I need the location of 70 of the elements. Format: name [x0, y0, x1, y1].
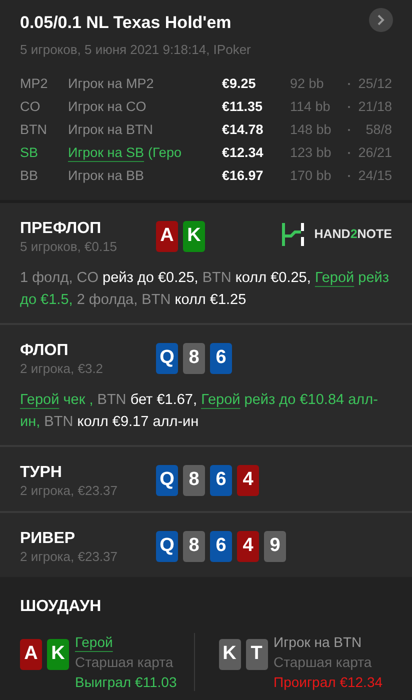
player-bb: 114 bb: [290, 98, 332, 116]
playing-card: 6: [210, 531, 232, 562]
player-name: Игрок на BTN: [68, 122, 154, 137]
playing-card: K: [218, 639, 240, 670]
player-name: Игрок на CO: [68, 99, 146, 114]
playing-card: 4: [237, 465, 259, 496]
player-bb: 92 bb: [290, 75, 325, 93]
hand-combo: Старшая карта: [75, 653, 174, 671]
player-stack: €12.34: [222, 144, 264, 162]
playing-card: Q: [156, 531, 178, 562]
player-bb: 123 bb: [290, 144, 332, 162]
hand-subtitle: 5 игроков, 5 июня 2021 9:18:14, IPoker: [20, 40, 251, 59]
chevron-right-icon: [377, 14, 385, 26]
player-stats: 26/21: [357, 144, 392, 162]
player-stats: 24/15: [357, 167, 392, 185]
playing-card: Q: [156, 465, 178, 496]
playing-card: T: [246, 639, 268, 670]
hero-link[interactable]: Герой: [201, 392, 240, 408]
street-title: РИВЕР: [20, 529, 76, 549]
action-line: 1 фолд, CO рейз до €0.25, BTN колл €0.25, Герой рейз до €1.5, 2 фолда, BTN колл €1.25: [19, 269, 390, 310]
hand-title: 0.05/0.1 NL Texas Hold'em: [20, 12, 232, 34]
player-name[interactable]: Игрок на SB: [68, 145, 144, 160]
street-info: 2 игрока, €23.37: [20, 549, 118, 565]
player-note: (Геро: [148, 145, 182, 160]
hand-result: Проиграл €12.34: [274, 673, 383, 691]
playing-card: K: [183, 221, 205, 252]
action-line: Герой чек , BTN бет €1.67, Герой рейз до €10.84 алл-ин, BTN колл €9.17 алл-ин: [19, 391, 379, 432]
player-position: BTN: [20, 121, 48, 139]
hand-combo: Старшая карта: [274, 653, 373, 671]
player-name: Игрок на MP2: [68, 76, 154, 91]
player-stack: €14.78: [222, 121, 264, 139]
playing-card: 6: [210, 343, 232, 374]
player-stack: €9.25: [222, 75, 257, 93]
player-bb: 148 bb: [290, 121, 332, 139]
playing-card: 8: [183, 531, 205, 562]
logo-icon: [282, 223, 304, 246]
player-position: SB: [20, 144, 40, 162]
next-button[interactable]: [369, 8, 393, 32]
street-title: ТУРН: [20, 463, 63, 483]
street-title: ПРЕФЛОП: [20, 219, 102, 239]
logo-text: HAND2NOTE: [314, 226, 392, 244]
player-name[interactable]: Герой: [75, 633, 113, 651]
player-position: CO: [20, 98, 42, 116]
hero-link[interactable]: Герой: [20, 392, 60, 408]
playing-card: K: [47, 639, 69, 670]
playing-card: 4: [237, 531, 259, 562]
playing-card: 9: [264, 531, 286, 562]
player-stats: 25/12: [357, 75, 392, 93]
playing-card: Q: [156, 343, 178, 374]
playing-card: 8: [183, 465, 205, 496]
street-info: 2 игрока, €23.37: [20, 483, 118, 499]
player-stats: 21/18: [357, 98, 392, 116]
street-info: 2 игрока, €3.2: [20, 361, 104, 377]
player-name: Игрок на BB: [68, 168, 144, 183]
player-position: BB: [20, 167, 40, 185]
playing-card: A: [156, 221, 178, 252]
street-title: ФЛОП: [20, 341, 70, 361]
showdown-title: ШОУДАУН: [20, 597, 102, 617]
player-position: MP2: [20, 75, 49, 93]
hero-link[interactable]: Герой: [314, 270, 354, 286]
playing-card: A: [20, 639, 42, 670]
player-name: Игрок на BTN: [274, 633, 362, 651]
playing-card: 6: [210, 465, 232, 496]
street-info: 5 игроков, €0.15: [20, 239, 118, 255]
player-bb: 170 bb: [290, 167, 332, 185]
player-stats: 58/8: [364, 121, 392, 139]
player-stack: €16.97: [222, 167, 264, 185]
player-stack: €11.35: [222, 98, 264, 116]
playing-card: 8: [183, 343, 205, 374]
hand-result: Выиграл €11.03: [75, 673, 177, 691]
